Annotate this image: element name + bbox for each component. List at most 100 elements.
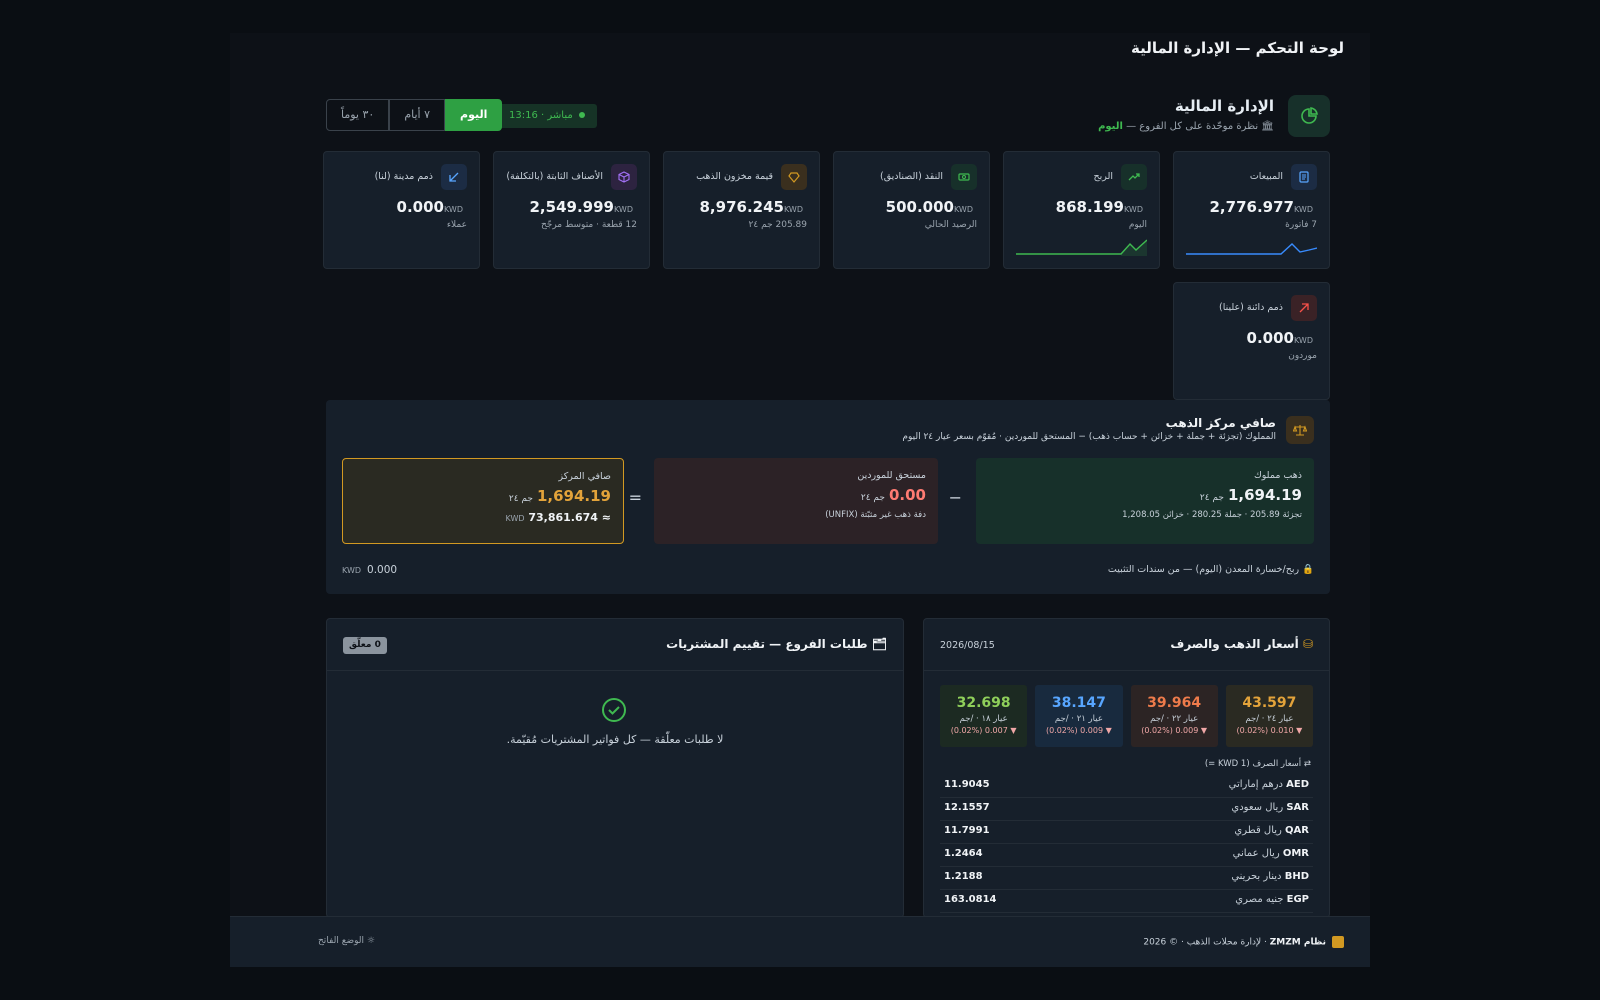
net-position-description: المملوك (تجزئة + جملة + خزائن + حساب ذهب… (902, 432, 1276, 442)
gold-price-value: 39.964 (1147, 695, 1202, 711)
kpi-number: 2,549.999 (529, 198, 614, 216)
fx-row: EGP جنيه مصري 163.0814 (940, 890, 1313, 913)
range-selector: ٣٠ يوماً ٧ أيام اليوم (326, 99, 503, 131)
metal-pnl-text: ربح/خسارة المعدن (اليوم) — من سندات التث… (1107, 564, 1300, 575)
kpi-card-fixed-items[interactable]: الأصناف الثابتة (بالتكلفة) 2,549.999KWD … (493, 151, 650, 269)
kpi-card-profit[interactable]: الربح 868.199KWD اليوم (1003, 151, 1160, 269)
kpi-label: ذمم دائنة (علينا) (1218, 302, 1283, 313)
gold-price-label: عيار ١٨ · /جم (959, 714, 1008, 724)
fx-row: SAR ريال سعودي 12.1557 (940, 798, 1313, 821)
fx-code: OMR (1282, 848, 1309, 859)
gold-price-row: 43.597 عيار ٢٤ · /جم ▼ 0.010 (0.02%) 39.… (940, 685, 1313, 747)
brand-name: نظام ZMZM (1269, 937, 1326, 948)
kpi-number: 0.000 (1246, 329, 1294, 347)
kpi-value: 2,549.999KWD (530, 198, 638, 216)
lock-icon: 🔒 (1302, 564, 1314, 575)
brand-tagline: · لإدارة محلات الذهب · © 2026 (1143, 937, 1267, 948)
kpi-card-payables[interactable]: ذمم دائنة (علينا) 0.000KWD موردون (1173, 282, 1330, 400)
fx-name: ريال قطري (1234, 825, 1282, 836)
fx-row: BHD دينار بحريني 1.2188 (940, 867, 1313, 890)
fx-rate: 11.7991 (944, 825, 990, 836)
owned-unit: جم ٢٤ (1199, 493, 1224, 503)
theme-toggle-label: الوضع الفاتح (318, 936, 365, 946)
gold-24k-price: 43.597 عيار ٢٤ · /جم ▼ 0.010 (0.02%) (1225, 685, 1313, 747)
fx-rate: 163.0814 (944, 894, 997, 905)
net-kwd-value: ≈ 73,861.674 (528, 511, 611, 524)
requests-title-text: طلبات الفروع — تقييم المشتريات (666, 637, 868, 651)
kpi-sub: اليوم (1128, 220, 1147, 230)
kpi-sub: 12 قطعة · متوسط مرجّح (540, 220, 637, 230)
minus-sign: − (948, 488, 962, 507)
owed-unit: جم ٢٤ (860, 493, 885, 503)
kpi-number: 0.000 (396, 198, 444, 216)
owned-label: ذهب مملوك (1253, 470, 1302, 481)
kpi-sub: موردون (1288, 351, 1317, 361)
fx-row: QAR ريال قطري 11.7991 (940, 821, 1313, 844)
gem-icon (781, 164, 807, 190)
kpi-number: 868.199 (1055, 198, 1124, 216)
fx-name: درهم إماراتي (1228, 779, 1283, 790)
sun-icon: ☼ (366, 936, 375, 946)
net-number: 1,694.19 (536, 487, 611, 505)
bank-icon: 🏛 (1261, 121, 1274, 132)
box-icon (611, 164, 637, 190)
kpi-card-receivables[interactable]: ذمم مدينة (لنا) 0.000KWD عملاء (323, 151, 480, 269)
kpi-card-sales[interactable]: المبيعات 2,776.977KWD 7 فاتورة (1173, 151, 1330, 269)
gold-22k-price: 39.964 عيار ٢٢ · /جم ▼ 0.009 (0.02%) (1130, 685, 1218, 747)
gold-price-label: عيار ٢٢ · /جم (1150, 714, 1199, 724)
pie-chart-icon (1288, 95, 1330, 137)
kpi-sub: 205.89 جم ٢٤ (748, 220, 807, 230)
kpi-value: 868.199KWD (1056, 198, 1147, 216)
fx-code: QAR (1285, 825, 1309, 836)
fx-code: AED (1286, 779, 1309, 790)
finance-header: الإدارة المالية 🏛 نظرة موحّدة على كل الف… (326, 95, 1330, 139)
brand-logo-icon (1332, 936, 1344, 948)
fx-rate: 1.2464 (944, 848, 983, 859)
owed-suppliers-box: مستحق للموردين 0.00جم ٢٤ دفة ذهب غير مثب… (654, 458, 938, 544)
kpi-label: النقد (الصناديق) (880, 171, 943, 182)
gold-price-change: ▼ 0.009 (0.02%) (1141, 726, 1208, 735)
owed-label: مستحق للموردين (857, 470, 926, 481)
receipt-icon (1291, 164, 1317, 190)
kpi-card-gold-inventory[interactable]: قيمة مخزون الذهب 8,976.245KWD 205.89 جم … (663, 151, 820, 269)
kpi-currency: KWD (1293, 205, 1313, 214)
fx-rate: 1.2188 (944, 871, 983, 882)
fx-table: AED درهم إماراتي 11.9045 SAR ريال سعودي 12… (940, 775, 1313, 913)
gold-price-change: ▼ 0.007 (0.02%) (950, 726, 1017, 735)
owed-note: دفة ذهب غير مثبّتة (UNFIX) (825, 510, 926, 520)
fx-name: دينار بحريني (1231, 871, 1282, 882)
check-circle-icon (602, 698, 626, 722)
metal-pnl-label: 🔒 ربح/خسارة المعدن (اليوم) — من سندات ال… (1108, 564, 1314, 575)
fx-header: ⇄ أسعار الصرف (1 KWD =) (1205, 759, 1311, 769)
range-7-days-button[interactable]: ٧ أيام (389, 99, 446, 131)
kpi-currency: KWD (953, 205, 973, 214)
owned-number: 1,694.19 (1227, 486, 1302, 504)
owned-breakdown: تجزئة 205.89 · جملة 280.25 · خزائن 1,208… (1122, 510, 1302, 520)
subtitle-text: نظرة موحّدة على كل الفروع — (1126, 121, 1259, 132)
kpi-label: الأصناف الثابتة (بالتكلفة) (506, 171, 603, 182)
live-label: مباشر (547, 110, 573, 121)
panel-header: ⛁ أسعار الذهب والصرف 2026/08/15 (924, 619, 1329, 671)
range-today-button[interactable]: اليوم (445, 99, 503, 131)
owned-value: 1,694.19جم ٢٤ (988, 486, 1302, 504)
inbox-icon: 🗂 (871, 637, 887, 651)
gold-price-change: ▼ 0.010 (0.02%) (1236, 726, 1303, 735)
range-30-days-button[interactable]: ٣٠ يوماً (326, 99, 390, 131)
kpi-sub: 7 فاتورة (1285, 220, 1317, 230)
kpi-cards: المبيعات 2,776.977KWD 7 فاتورة الربح 868… (323, 151, 1330, 400)
theme-toggle[interactable]: ☼ الوضع الفاتح (318, 936, 375, 946)
gold-price-value: 38.147 (1051, 695, 1106, 711)
fx-currency: QAR ريال قطري (1234, 825, 1309, 836)
kpi-currency: KWD (1293, 336, 1313, 345)
kpi-number: 8,976.245 (699, 198, 784, 216)
kpi-label: الربح (1093, 171, 1113, 182)
panel-header: 🗂 طلبات الفروع — تقييم المشتريات 0 معلّق (327, 619, 903, 671)
net-gold-position-panel: صافي مركز الذهب المملوك (تجزئة + جملة + … (326, 400, 1330, 594)
kpi-number: 2,776.977 (1209, 198, 1294, 216)
kpi-card-cash[interactable]: النقد (الصناديق) 500.000KWD الرصيد الحال… (833, 151, 990, 269)
kpi-value: 0.000KWD (397, 198, 467, 216)
fx-row: AED درهم إماراتي 11.9045 (940, 775, 1313, 798)
net-kwd-currency: KWD (505, 514, 525, 523)
fx-rate: 11.9045 (944, 779, 990, 790)
fx-currency: SAR ريال سعودي (1231, 802, 1309, 813)
